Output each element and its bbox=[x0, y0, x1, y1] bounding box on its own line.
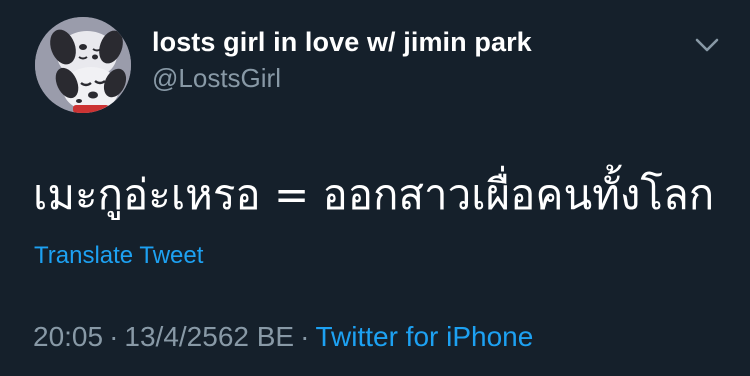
translate-tweet-link[interactable]: Translate Tweet bbox=[34, 242, 203, 270]
author-display-name[interactable]: losts girl in love w/ jimin park bbox=[152, 27, 532, 58]
tweet-text: เมะกูอ่ะเหรอ = ออกสาวเผื่อคนทั้งโลก bbox=[33, 170, 715, 219]
meta-separator: · bbox=[109, 321, 119, 352]
tweet-meta: 20:05 · 13/4/2562 BE · Twitter for iPhone bbox=[33, 321, 533, 353]
tweet-card: losts girl in love w/ jimin park @LostsG… bbox=[0, 0, 750, 376]
author-handle[interactable]: @LostsGirl bbox=[152, 63, 281, 94]
chevron-down-icon[interactable] bbox=[693, 34, 721, 56]
meta-separator: · bbox=[300, 321, 310, 352]
tweet-source-link[interactable]: Twitter for iPhone bbox=[315, 321, 533, 352]
dalmatian-avatar-icon bbox=[35, 17, 131, 113]
avatar[interactable] bbox=[35, 17, 131, 113]
tweet-date[interactable]: 13/4/2562 BE bbox=[124, 321, 294, 352]
tweet-time[interactable]: 20:05 bbox=[33, 321, 103, 352]
